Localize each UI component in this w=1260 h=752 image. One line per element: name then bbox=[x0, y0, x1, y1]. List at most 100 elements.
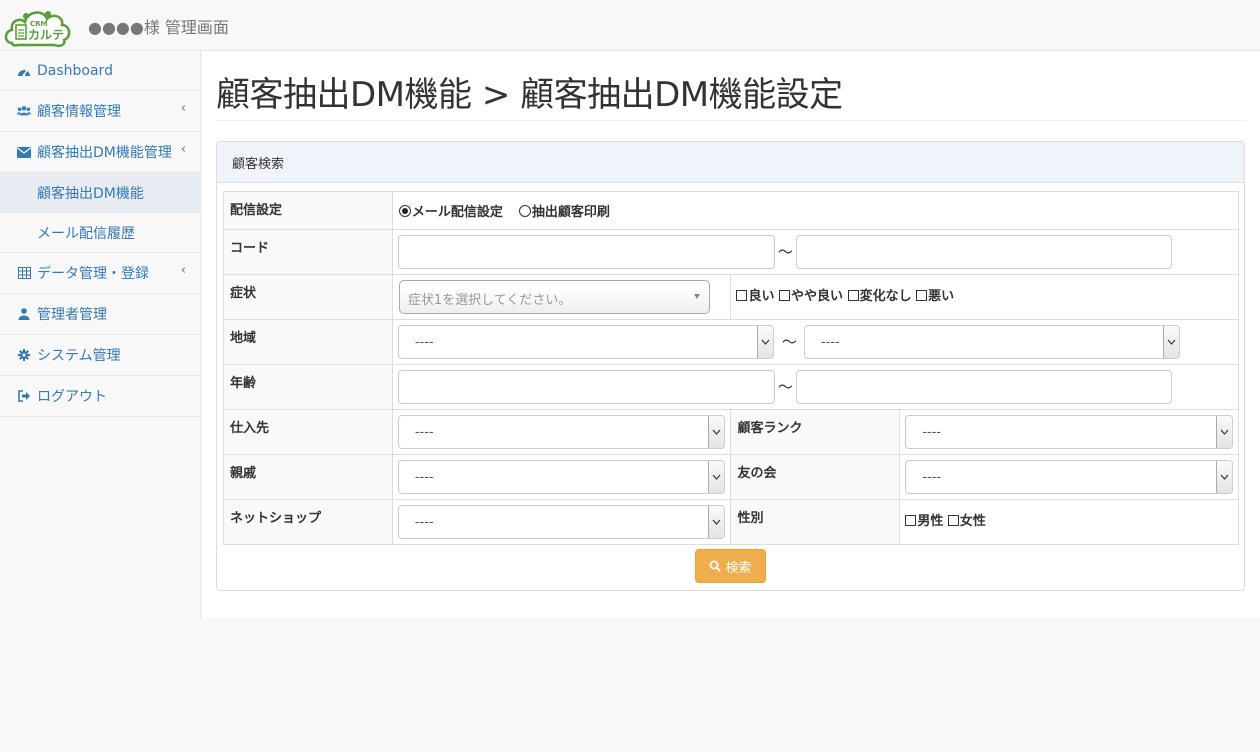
chevron-down-icon bbox=[1216, 416, 1233, 448]
logo-text-main: カルテ bbox=[28, 28, 65, 42]
symptom-select-placeholder: 症状1を選択してください。 bbox=[407, 293, 572, 308]
customer-rank-select[interactable]: ---- bbox=[905, 415, 1234, 449]
net-shop-select[interactable]: ---- bbox=[397, 505, 725, 539]
radio-label-print-customers: 抽出顧客印刷 bbox=[531, 205, 610, 220]
search-button-label: 検索 bbox=[725, 560, 752, 576]
checkbox-label-female: 女性 bbox=[959, 514, 986, 529]
chevron-down-icon bbox=[707, 461, 724, 493]
sidebar-subitem-dm-function[interactable]: 顧客抽出DM機能 bbox=[0, 173, 200, 213]
code-label: コード bbox=[223, 229, 393, 275]
checkbox-label-male: 男性 bbox=[917, 514, 944, 529]
chevron-down-icon bbox=[1162, 326, 1179, 358]
panel-heading: 顧客検索 bbox=[217, 142, 1244, 183]
radio-print-customers[interactable] bbox=[518, 204, 531, 217]
sidebar-item-label: 管理者管理 bbox=[37, 307, 107, 323]
checkbox-good[interactable] bbox=[736, 290, 748, 301]
chevron-left-icon: ‹ bbox=[180, 263, 186, 278]
sidebar-item-label: システム管理 bbox=[37, 348, 121, 364]
checkbox-label-no-change: 変化なし bbox=[859, 289, 912, 304]
region-label: 地域 bbox=[223, 319, 393, 365]
table-icon bbox=[17, 266, 31, 280]
sidebar-item-label: 顧客抽出DM機能管理 bbox=[37, 145, 172, 161]
checkbox-bad[interactable] bbox=[916, 290, 928, 301]
relatives-select[interactable]: ---- bbox=[397, 460, 725, 494]
checkbox-male[interactable] bbox=[905, 515, 917, 526]
sidebar-item-system-management[interactable]: システム管理 bbox=[0, 335, 200, 376]
checkbox-no-change[interactable] bbox=[847, 290, 859, 301]
checkbox-somewhat-good[interactable] bbox=[779, 290, 791, 301]
age-to-input[interactable] bbox=[795, 370, 1172, 404]
gear-icon bbox=[17, 348, 31, 362]
sidebar-item-label: 顧客抽出DM機能 bbox=[37, 185, 144, 202]
friends-club-value: ---- bbox=[922, 470, 942, 485]
chevron-down-icon bbox=[756, 326, 773, 358]
symptom-select[interactable]: 症状1を選択してください。 bbox=[398, 280, 710, 314]
site-title[interactable]: ●●●●様 管理画面 bbox=[88, 14, 229, 38]
sidebar-item-customer-info[interactable]: 顧客情報管理 ‹ bbox=[0, 91, 200, 132]
checkbox-female[interactable] bbox=[947, 515, 959, 526]
sidebar-item-logout[interactable]: ログアウト bbox=[0, 376, 200, 417]
gender-label: 性別 bbox=[730, 499, 901, 545]
code-to-input[interactable] bbox=[795, 235, 1172, 269]
users-icon bbox=[17, 104, 31, 118]
sidebar-item-label: ログアウト bbox=[37, 389, 107, 405]
chevron-down-icon bbox=[1216, 461, 1233, 493]
delivery-setting-label: 配信設定 bbox=[223, 191, 393, 230]
relatives-label: 親戚 bbox=[223, 454, 393, 500]
sidebar: Dashboard 顧客情報管理 ‹ 顧客抽出DM機能管理 ‹ 顧客抽出DM機能… bbox=[0, 51, 201, 618]
chevron-down-icon bbox=[707, 506, 724, 538]
dashboard-icon bbox=[17, 64, 31, 78]
checkbox-label-somewhat-good: やや良い bbox=[791, 289, 844, 304]
sidebar-item-label: メール配信履歴 bbox=[37, 225, 135, 242]
crm-karte-logo[interactable]: CRM カルテ bbox=[4, 3, 74, 48]
search-form-table: 配信設定 メール配信設定 抽出顧客印刷 コード ～ 症状 症状1を選択してくださ… bbox=[223, 191, 1240, 545]
main-content: 顧客抽出DM機能 > 顧客抽出DM機能設定 顧客検索 配信設定 メール配信設定 bbox=[202, 51, 1260, 618]
radio-mail-delivery[interactable] bbox=[398, 204, 411, 217]
sidebar-item-label: 顧客情報管理 bbox=[37, 104, 121, 120]
sidebar-item-label: Dashboard bbox=[37, 62, 113, 79]
sidebar-item-dm-management[interactable]: 顧客抽出DM機能管理 ‹ bbox=[0, 132, 200, 173]
page-title: 顧客抽出DM機能 > 顧客抽出DM機能設定 bbox=[216, 75, 843, 115]
customer-rank-label: 顧客ランク bbox=[730, 409, 901, 455]
code-range-separator: ～ bbox=[777, 243, 793, 261]
chevron-left-icon: ‹ bbox=[180, 142, 186, 157]
checkbox-label-good: 良い bbox=[748, 289, 775, 304]
chevron-down-icon bbox=[707, 416, 724, 448]
region-range-separator: ～ bbox=[781, 333, 797, 351]
age-from-input[interactable] bbox=[397, 370, 775, 404]
region-to-select[interactable]: ---- bbox=[803, 325, 1180, 359]
radio-label-mail-delivery: メール配信設定 bbox=[411, 205, 503, 220]
title-divider bbox=[216, 120, 1246, 121]
age-range-separator: ～ bbox=[777, 378, 793, 396]
chevron-left-icon: ‹ bbox=[180, 101, 186, 116]
region-to-value: ---- bbox=[820, 335, 840, 350]
caret-down-icon bbox=[693, 294, 700, 299]
logout-icon bbox=[17, 389, 31, 403]
customer-rank-value: ---- bbox=[922, 425, 942, 440]
search-icon bbox=[709, 560, 722, 572]
supplier-select[interactable]: ---- bbox=[397, 415, 725, 449]
sidebar-item-data-management[interactable]: データ管理・登録 ‹ bbox=[0, 253, 200, 294]
sidebar-item-label: データ管理・登録 bbox=[37, 266, 149, 282]
user-icon bbox=[17, 307, 31, 321]
sidebar-subitem-mail-history[interactable]: メール配信履歴 bbox=[0, 213, 200, 253]
friends-club-select[interactable]: ---- bbox=[905, 460, 1234, 494]
envelope-icon bbox=[17, 145, 31, 159]
relatives-value: ---- bbox=[414, 470, 434, 485]
net-shop-value: ---- bbox=[414, 515, 434, 530]
customer-search-panel: 顧客検索 配信設定 メール配信設定 抽出顧客印刷 コード ～ 症状 症状1を選択… bbox=[216, 141, 1245, 591]
sidebar-item-admin-management[interactable]: 管理者管理 bbox=[0, 294, 200, 335]
supplier-label: 仕入先 bbox=[223, 409, 393, 455]
age-label: 年齢 bbox=[223, 364, 393, 410]
top-navbar: CRM カルテ ●●●●様 管理画面 bbox=[0, 0, 1260, 51]
region-from-select[interactable]: ---- bbox=[397, 325, 774, 359]
region-from-value: ---- bbox=[414, 335, 434, 350]
symptom-label: 症状 bbox=[223, 274, 393, 320]
supplier-value: ---- bbox=[414, 425, 434, 440]
friends-club-label: 友の会 bbox=[730, 454, 901, 500]
sidebar-item-dashboard[interactable]: Dashboard bbox=[0, 51, 200, 91]
checkbox-label-bad: 悪い bbox=[928, 289, 955, 304]
net-shop-label: ネットショップ bbox=[223, 499, 393, 545]
code-from-input[interactable] bbox=[397, 235, 775, 269]
search-button[interactable]: 検索 bbox=[695, 549, 766, 583]
